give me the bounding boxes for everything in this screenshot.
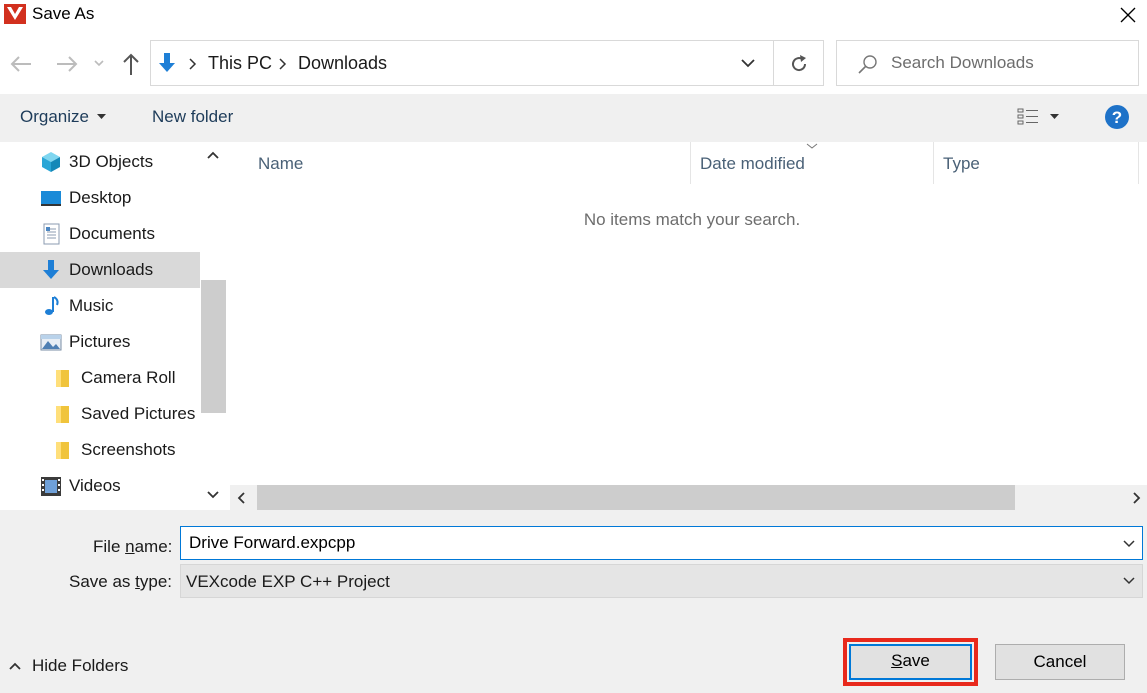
videos-icon: [41, 477, 61, 496]
command-toolbar: Organize New folder ?: [0, 94, 1147, 142]
vexcode-app-icon: [4, 4, 26, 24]
nav-item-screenshots[interactable]: Screenshots: [0, 432, 200, 468]
view-options-caret-icon[interactable]: [1050, 114, 1059, 120]
breadcrumb-this-pc[interactable]: This PC: [208, 53, 272, 74]
nav-item-videos[interactable]: Videos: [0, 468, 200, 504]
documents-icon: [43, 223, 60, 245]
save-options-panel: File name: Save as type: VEXcode EXP C++…: [0, 510, 1147, 693]
column-header-date-modified[interactable]: Date modified: [700, 154, 805, 174]
up-arrow-icon[interactable]: [118, 51, 144, 77]
nav-item-label: Pictures: [69, 332, 131, 351]
column-separator[interactable]: [933, 142, 934, 184]
sort-chevron-icon: [806, 143, 818, 149]
scroll-down-chevron-icon[interactable]: [206, 490, 220, 500]
address-separator: [773, 41, 774, 85]
save-as-type-label: Save as type:: [69, 572, 173, 591]
file-name-label: File name:: [93, 537, 173, 556]
help-icon: ?: [1105, 105, 1129, 129]
search-box[interactable]: [836, 40, 1139, 86]
help-button[interactable]: ?: [1105, 105, 1129, 129]
refresh-icon[interactable]: [787, 52, 811, 76]
nav-item-saved-pictures[interactable]: Saved Pictures: [0, 396, 200, 432]
nav-item-label: Camera Roll: [81, 368, 176, 387]
nav-item-pictures[interactable]: Pictures: [0, 324, 200, 360]
address-bar[interactable]: This PC Downloads: [150, 40, 824, 86]
recent-locations-chevron-icon[interactable]: [92, 56, 106, 70]
nav-item-downloads[interactable]: Downloads: [0, 252, 200, 288]
cancel-button[interactable]: Cancel: [995, 644, 1125, 680]
nav-item-3d-objects[interactable]: 3D Objects: [0, 144, 200, 180]
nav-item-label: Desktop: [69, 188, 132, 207]
new-folder-button[interactable]: New folder: [152, 107, 233, 127]
nav-pane-scroll-thumb[interactable]: [201, 280, 226, 413]
nav-item-label: Downloads: [69, 260, 154, 279]
empty-state-message: No items match your search.: [583, 210, 801, 229]
nav-item-camera-roll[interactable]: Camera Roll: [0, 360, 200, 396]
hide-folders-toggle[interactable]: Hide Folders: [8, 656, 128, 676]
search-input[interactable]: [891, 41, 1131, 85]
horizontal-scroll-thumb[interactable]: [257, 485, 1015, 510]
nav-item-label: 3D Objects: [69, 152, 154, 171]
details-view-icon[interactable]: [1016, 106, 1040, 128]
file-name-input[interactable]: [180, 526, 1143, 560]
organize-button[interactable]: Organize: [20, 107, 106, 127]
breadcrumb-chevron-icon[interactable]: [187, 57, 197, 71]
file-name-dropdown-chevron-icon[interactable]: [1122, 539, 1136, 548]
window-title: Save As: [32, 4, 95, 23]
nav-item-label: Music: [69, 296, 114, 315]
downloads-icon: [43, 260, 59, 279]
svg-text:?: ?: [1112, 108, 1122, 127]
save-as-type-dropdown-chevron-icon[interactable]: [1122, 576, 1136, 585]
organize-caret-icon: [96, 114, 106, 119]
navigation-pane: 3D Objects Desktop Documents Downloads M…: [0, 142, 226, 510]
nav-item-label: Documents: [69, 224, 155, 243]
folder-icon: [56, 406, 69, 423]
pictures-icon: [40, 334, 62, 351]
save-as-type-select[interactable]: VEXcode EXP C++ Project: [180, 564, 1143, 598]
column-separator[interactable]: [1138, 142, 1139, 184]
nav-item-label: Saved Pictures: [81, 404, 196, 423]
nav-item-music[interactable]: Music: [0, 288, 200, 324]
column-header-name[interactable]: Name: [258, 154, 303, 174]
nav-item-label: Screenshots: [81, 440, 176, 459]
nav-item-documents[interactable]: Documents: [0, 216, 200, 252]
file-list: Name Date modified Type No items match y…: [230, 142, 1147, 510]
scroll-left-chevron-icon[interactable]: [236, 491, 246, 505]
close-button[interactable]: [1108, 0, 1147, 30]
downloads-arrow-icon: [159, 53, 175, 72]
music-icon: [45, 296, 59, 315]
folder-icon: [56, 370, 69, 387]
column-separator[interactable]: [690, 142, 691, 184]
breadcrumb-downloads[interactable]: Downloads: [298, 53, 387, 74]
nav-item-label: Videos: [69, 476, 121, 495]
file-list-horizontal-scrollbar[interactable]: [230, 485, 1147, 510]
search-icon: [858, 55, 877, 74]
hide-folders-label: Hide Folders: [32, 656, 129, 675]
3d-objects-icon: [42, 152, 60, 172]
address-dropdown-chevron-icon[interactable]: [739, 56, 757, 70]
breadcrumb-chevron-icon[interactable]: [277, 57, 287, 71]
forward-arrow-icon[interactable]: [54, 52, 80, 76]
chevron-up-icon: [9, 662, 21, 670]
scroll-up-chevron-icon[interactable]: [206, 150, 220, 160]
scroll-right-chevron-icon[interactable]: [1132, 491, 1142, 505]
organize-label: Organize: [20, 107, 89, 126]
nav-item-desktop[interactable]: Desktop: [0, 180, 200, 216]
column-header-type[interactable]: Type: [943, 154, 980, 174]
close-icon: [1120, 7, 1135, 23]
save-button[interactable]: Save: [849, 644, 972, 680]
folder-icon: [56, 442, 69, 459]
title-bar: Save As: [0, 0, 1147, 30]
back-arrow-icon[interactable]: [8, 52, 34, 76]
desktop-icon: [41, 191, 61, 206]
